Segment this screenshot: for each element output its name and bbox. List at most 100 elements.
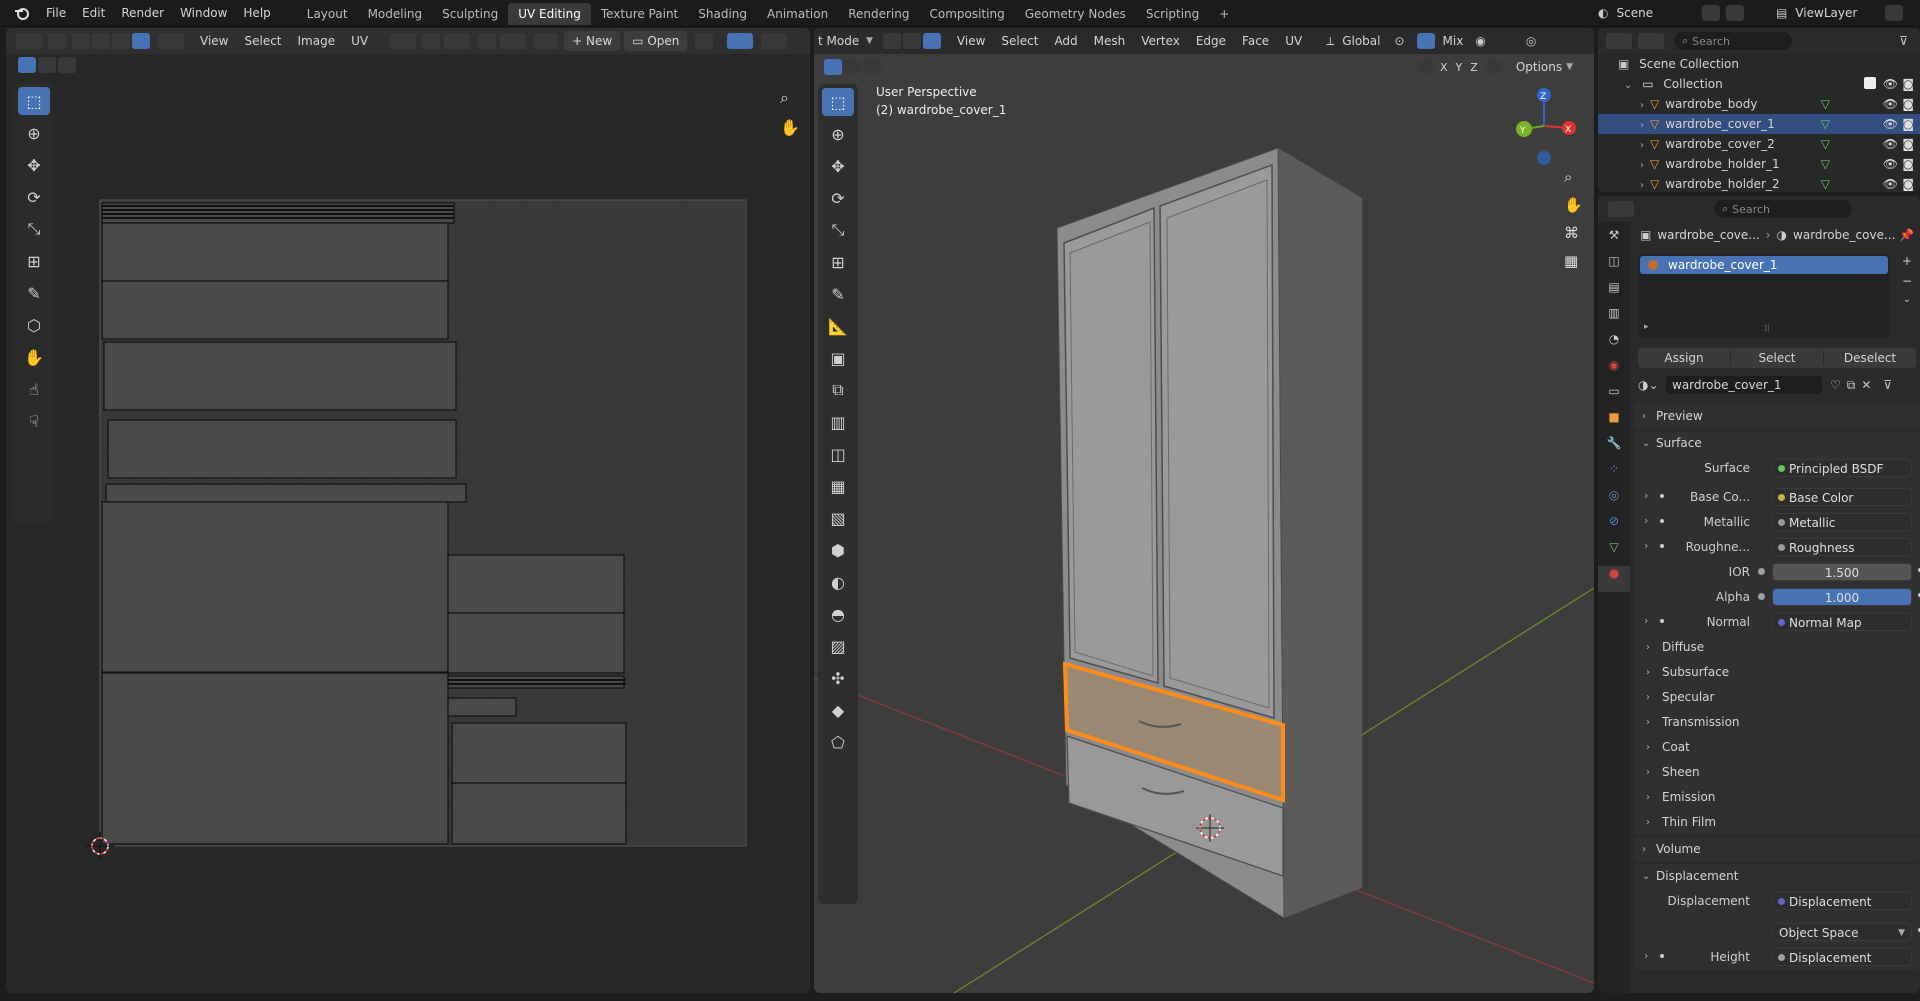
tab-texture-paint[interactable]: Texture Paint — [591, 3, 688, 25]
vertex-mode-icon[interactable] — [882, 33, 901, 49]
data-tab-icon[interactable]: ▽ — [1598, 540, 1630, 566]
vp-edge-slide-icon[interactable]: ▨ — [822, 632, 854, 660]
scene-tab-icon[interactable]: ◔ — [1598, 332, 1630, 358]
render-camera-icon[interactable]: ◙ — [1902, 174, 1914, 192]
expand-list-icon[interactable]: ▸ — [1644, 322, 1649, 332]
menu-render[interactable]: Render — [113, 0, 172, 26]
orientation-dropdown[interactable]: Global — [1334, 30, 1388, 52]
outliner-search[interactable]: ⌕ Search — [1674, 32, 1792, 50]
face-mode-icon[interactable] — [922, 33, 941, 49]
mesh-data-icon[interactable]: ▽ — [1821, 174, 1830, 192]
vp-knife-icon[interactable]: ▧ — [822, 504, 854, 532]
particles-tab-icon[interactable]: ⁘ — [1598, 462, 1630, 488]
vp-shear-icon[interactable]: ◆ — [822, 696, 854, 724]
vp-move-icon[interactable]: ✥ — [822, 152, 854, 180]
subpanel-sheen[interactable]: › Sheen — [1634, 760, 1920, 785]
delete-scene-icon[interactable] — [1726, 5, 1745, 21]
material-name-field[interactable]: wardrobe_cover_1 — [1666, 376, 1822, 394]
view-layer-selector[interactable]: ▤ ViewLayer — [1776, 3, 1904, 23]
filter-icon[interactable]: ⊽ — [1883, 378, 1892, 392]
vp-shrink-icon[interactable]: ✣ — [822, 664, 854, 692]
visibility-eye-icon[interactable]: 👁 — [1883, 154, 1898, 174]
scene-selector[interactable]: ◐ Scene — [1598, 3, 1745, 23]
mesh-data-icon[interactable]: ▽ — [1821, 94, 1830, 114]
shader-input-field[interactable]: Metallic — [1772, 513, 1912, 531]
snap-toggle-icon[interactable] — [1416, 33, 1435, 49]
visibility-eye-icon[interactable]: 👁 — [1883, 134, 1898, 154]
chevron-right-icon[interactable]: › — [1644, 514, 1648, 527]
vp-perspective-icon[interactable]: ▦ — [1564, 252, 1578, 270]
menu-vertex[interactable]: Vertex — [1133, 30, 1188, 52]
alpha-field[interactable]: 1.000 — [1772, 588, 1912, 606]
vp-extrude-icon[interactable]: ⧉ — [822, 376, 854, 404]
tool-tab-icon[interactable]: ⚒ — [1598, 228, 1630, 254]
render-camera-icon[interactable]: ◙ — [1902, 74, 1914, 94]
tab-shading[interactable]: Shading — [688, 3, 757, 25]
new-scene-icon[interactable] — [1702, 5, 1721, 21]
mirror-z-toggle[interactable]: Z — [1470, 61, 1478, 74]
tab-sculpting[interactable]: Sculpting — [432, 3, 508, 25]
vp-add-cube-icon[interactable]: ▣ — [822, 344, 854, 372]
vp-zoom-icon[interactable]: ⌕ — [1564, 168, 1572, 186]
slot-menu-icon[interactable]: ⌄ — [1896, 294, 1918, 314]
tab-rendering[interactable]: Rendering — [838, 3, 919, 25]
snap-mode-dropdown[interactable]: Mix — [1435, 30, 1472, 52]
collection-tab-icon[interactable]: ▭ — [1598, 384, 1630, 410]
new-view-layer-icon[interactable] — [1885, 5, 1904, 21]
chevron-right-icon[interactable]: › — [1644, 539, 1648, 552]
collection-checkbox[interactable] — [1864, 77, 1876, 89]
outliner-item[interactable]: › ▽ wardrobe_body ▽ 👁 ◙ — [1598, 94, 1920, 114]
tab-geometry-nodes[interactable]: Geometry Nodes — [1015, 3, 1136, 25]
vp-select-box-icon[interactable]: ⬚ — [822, 88, 854, 116]
vp-poly-build-icon[interactable]: ⬢ — [822, 536, 854, 564]
volume-panel[interactable]: › Volume — [1634, 837, 1920, 862]
blender-logo-icon[interactable] — [0, 6, 38, 20]
vp-spin-icon[interactable]: ◐ — [822, 568, 854, 596]
menu-view[interactable]: View — [949, 30, 993, 52]
menu-edit[interactable]: Edit — [74, 0, 113, 26]
outliner-item[interactable]: › ▽ wardrobe_cover_2 ▽ 👁 ◙ — [1598, 134, 1920, 154]
visibility-eye-icon[interactable]: 👁 — [1883, 174, 1898, 192]
render-camera-icon[interactable]: ◙ — [1902, 94, 1914, 114]
vp-select-extend-icon[interactable] — [844, 59, 862, 75]
select-button[interactable]: Select — [1731, 351, 1824, 365]
unlink-icon[interactable]: ✕ — [1861, 378, 1871, 392]
outliner-item[interactable]: › ▽ wardrobe_holder_1 ▽ 👁 ◙ — [1598, 154, 1920, 174]
tab-compositing[interactable]: Compositing — [919, 3, 1014, 25]
render-camera-icon[interactable]: ◙ — [1902, 134, 1914, 154]
chevron-right-icon[interactable]: › — [1644, 489, 1648, 502]
vp-annotate-icon[interactable]: ✎ — [822, 280, 854, 308]
mirror-y-toggle[interactable]: Y — [1456, 61, 1463, 74]
expand-icon[interactable]: › — [1640, 160, 1644, 171]
height-field[interactable]: Displacement — [1772, 948, 1912, 966]
collection-row[interactable]: ⌄ ▭ Collection 👁 ◙ — [1598, 74, 1920, 94]
vp-cursor-icon[interactable]: ⊕ — [822, 120, 854, 148]
object-tab-icon[interactable]: ■ — [1598, 410, 1630, 436]
subpanel-thin-film[interactable]: › Thin Film — [1634, 810, 1920, 835]
resize-handle-icon[interactable]: ⁞⁞ — [1764, 324, 1770, 334]
add-workspace-button[interactable]: + — [1209, 3, 1239, 25]
modifier-tab-icon[interactable]: 🔧 — [1598, 436, 1630, 462]
vp-camera-icon[interactable]: ⌘ — [1564, 224, 1579, 242]
surface-shader-field[interactable]: Principled BSDF — [1772, 459, 1912, 477]
topology-mirror-icon[interactable] — [1485, 59, 1502, 75]
render-camera-icon[interactable]: ◙ — [1902, 114, 1914, 134]
mode-selector[interactable]: t Mode — [814, 30, 866, 52]
mirror-x-toggle[interactable]: X — [1440, 61, 1448, 74]
view-layer-tab-icon[interactable]: ▥ — [1598, 306, 1630, 332]
viewport-canvas[interactable]: X Z Y — [814, 28, 1594, 993]
scene-collection-row[interactable]: ▣ Scene Collection — [1598, 54, 1920, 74]
expand-icon[interactable]: › — [1640, 180, 1644, 191]
menu-window[interactable]: Window — [172, 0, 235, 26]
assign-button[interactable]: Assign — [1638, 351, 1731, 365]
pin-icon[interactable]: 📌 — [1899, 228, 1914, 242]
mesh-data-icon[interactable]: ▽ — [1821, 154, 1830, 174]
chevron-right-icon[interactable]: › — [1644, 949, 1648, 962]
displacement-panel-header[interactable]: ⌄ Displacement — [1634, 864, 1920, 889]
vp-transform-icon[interactable]: ⊞ — [822, 248, 854, 276]
vp-rotate-icon[interactable]: ⟳ — [822, 184, 854, 212]
expand-icon[interactable]: › — [1640, 140, 1644, 151]
vp-bevel-icon[interactable]: ◫ — [822, 440, 854, 468]
visibility-icon[interactable]: ◎ — [1526, 34, 1536, 48]
menu-face[interactable]: Face — [1234, 30, 1277, 52]
